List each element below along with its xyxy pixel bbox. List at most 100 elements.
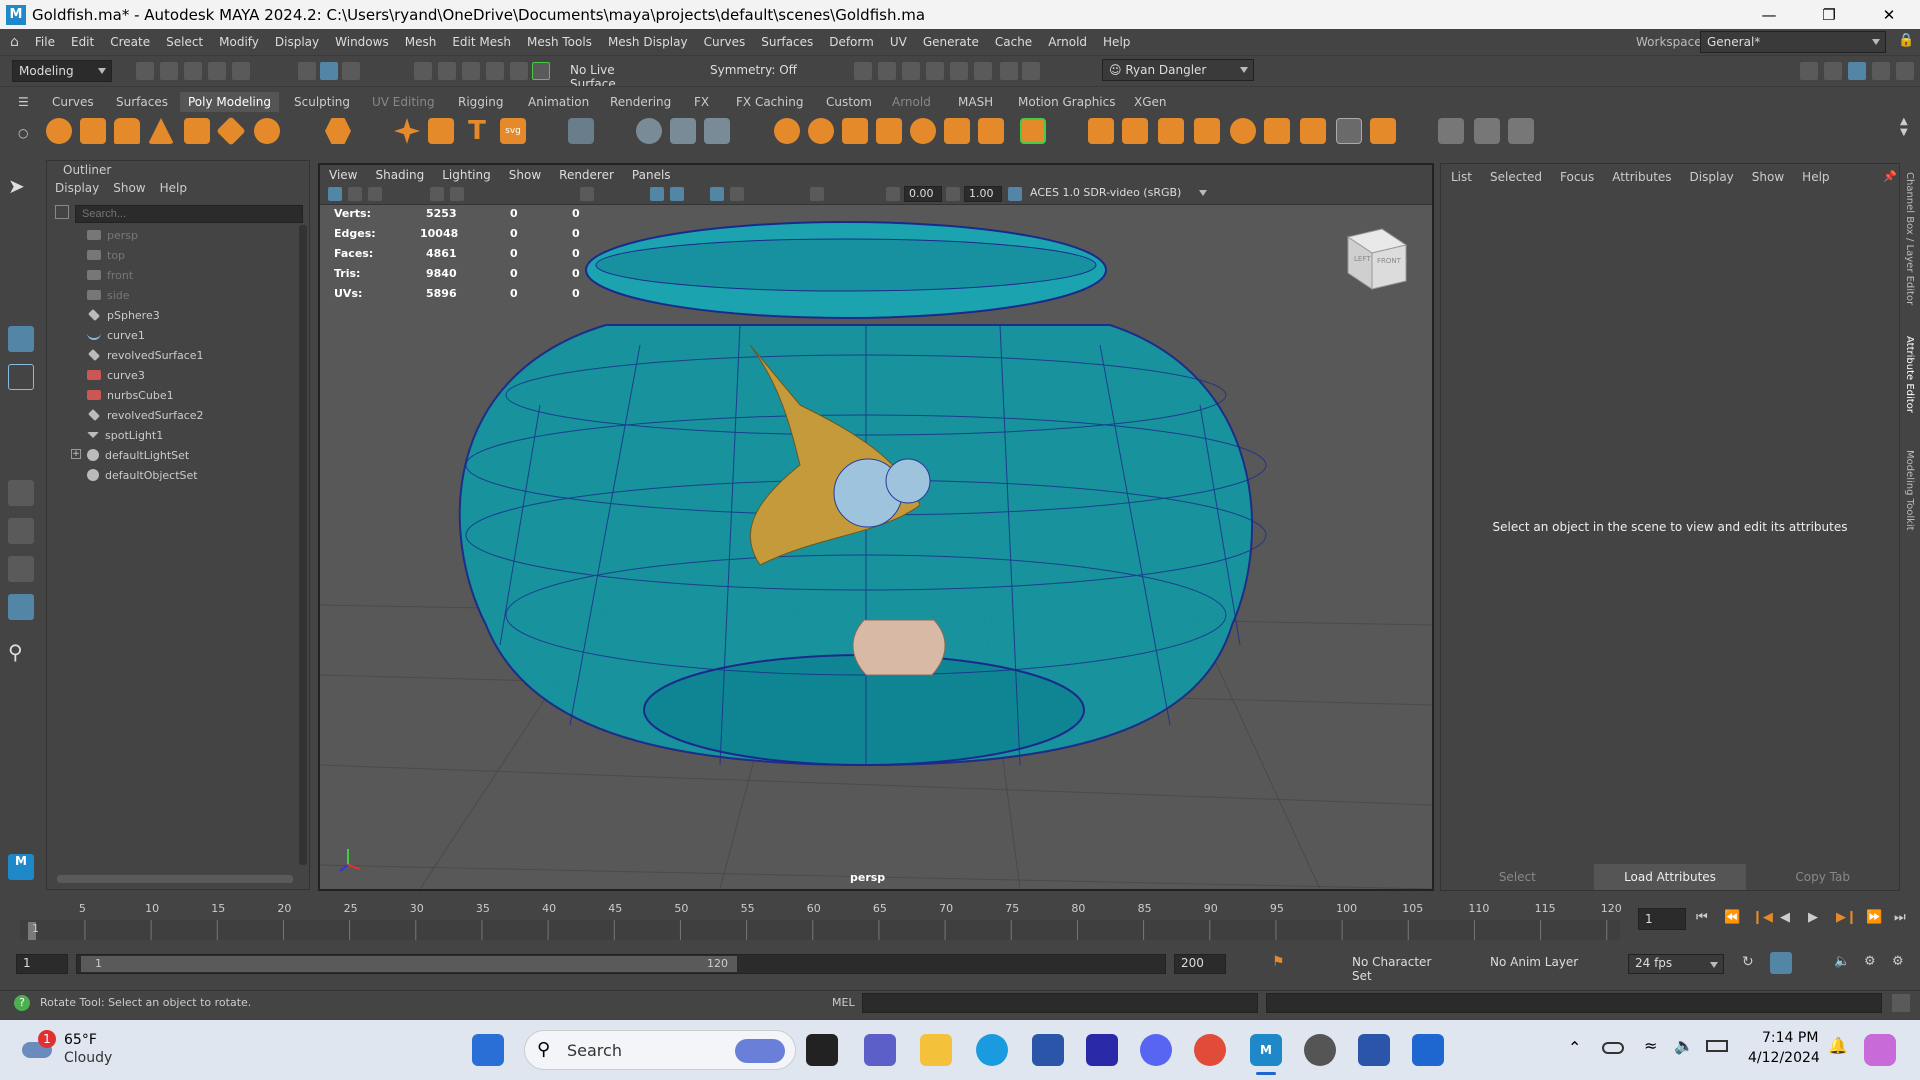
undo-icon[interactable] [208, 62, 226, 80]
open-scene-icon[interactable] [160, 62, 178, 80]
play-forwards-icon[interactable]: ▶ [1808, 910, 1818, 925]
script-language-label[interactable]: MEL [832, 996, 855, 1009]
outliner-item[interactable]: side [87, 285, 130, 305]
minimize-button[interactable]: — [1746, 0, 1792, 29]
uv-editor-icon[interactable] [670, 118, 696, 144]
gamma-field[interactable]: 1.00 [964, 186, 1002, 202]
shelf-tab-sculpting[interactable]: Sculpting [294, 95, 350, 109]
animation-preferences-icon[interactable]: ⚙ [1892, 954, 1904, 969]
go-to-end-icon[interactable]: ⏭ [1894, 910, 1906, 925]
new-scene-icon[interactable] [136, 62, 154, 80]
wifi-icon[interactable]: ≈ [1644, 1036, 1657, 1055]
grid-toggle-icon[interactable] [580, 187, 594, 201]
separate-icon[interactable] [808, 118, 834, 144]
copy-tab-button[interactable]: Copy Tab [1746, 864, 1899, 890]
redo-icon[interactable] [232, 62, 250, 80]
task-view-icon[interactable] [806, 1034, 838, 1066]
ipr-toggle-icon[interactable] [1000, 62, 1018, 80]
smooth-shade-icon[interactable] [670, 187, 684, 201]
edge-icon[interactable] [976, 1034, 1008, 1066]
attribute-editor-toggle-icon[interactable] [1824, 62, 1842, 80]
outliner-item[interactable]: pSphere3 [87, 305, 160, 325]
outliner-item[interactable]: defaultObjectSet [87, 465, 198, 485]
menu-mesh-display[interactable]: Mesh Display [600, 35, 696, 49]
poly-cube-icon[interactable] [80, 118, 106, 144]
mode-select[interactable]: Modeling [12, 60, 112, 82]
menu-edit[interactable]: Edit [63, 35, 102, 49]
save-scene-icon[interactable] [184, 62, 202, 80]
start-button-icon[interactable] [472, 1034, 504, 1066]
layer-editor-toggle-icon[interactable] [1896, 62, 1914, 80]
shelf-menu-icon[interactable]: ☰ [18, 95, 29, 109]
menu-file[interactable]: File [27, 35, 63, 49]
shelf-tab-uv-editing[interactable]: UV Editing [372, 95, 435, 109]
load-attributes-button[interactable]: Load Attributes [1593, 864, 1747, 890]
menu-select[interactable]: Select [158, 35, 211, 49]
exposure-field[interactable]: 0.00 [904, 186, 942, 202]
viewport-menu-view[interactable]: View [320, 168, 366, 182]
remesh-icon[interactable] [944, 118, 970, 144]
step-forward-frame-icon[interactable]: ▶❙ [1836, 910, 1857, 925]
outliner-menu-show[interactable]: Show [113, 181, 145, 195]
time-ruler[interactable]: 1 5 10 15 20 25 30 35 40 45 50 55 60 65 70 75 80 85 90 95 1… [20, 896, 1640, 946]
symmetry-select[interactable]: Symmetry: Off [704, 60, 814, 82]
shelf-tab-fx-caching[interactable]: FX Caching [736, 95, 803, 109]
menu-edit-mesh[interactable]: Edit Mesh [444, 35, 519, 49]
menu-modify[interactable]: Modify [211, 35, 267, 49]
poly-count-icon[interactable] [636, 118, 662, 144]
volume-icon[interactable]: 🔈 [1674, 1036, 1694, 1055]
outliner-menu-help[interactable]: Help [160, 181, 187, 195]
attr-menu-display[interactable]: Display [1690, 170, 1734, 184]
modeling-toolkit-tab[interactable]: Modeling Toolkit [1904, 450, 1915, 531]
menu-curves[interactable]: Curves [696, 35, 754, 49]
menu-surfaces[interactable]: Surfaces [753, 35, 821, 49]
outliner-item[interactable]: nurbsCube1 [87, 385, 174, 405]
select-button[interactable]: Select [1441, 864, 1594, 890]
persp-outliner-layout-icon[interactable] [8, 556, 34, 582]
menu-windows[interactable]: Windows [327, 35, 397, 49]
arnold-render-icon[interactable] [974, 62, 992, 80]
single-perspective-layout-icon[interactable] [8, 480, 34, 506]
snap-view-plane-icon[interactable] [486, 62, 504, 80]
home-icon[interactable]: ⌂ [10, 34, 19, 50]
snap-vertex-icon[interactable] [532, 62, 550, 80]
snap-grid-icon[interactable] [414, 62, 432, 80]
menu-mesh[interactable]: Mesh [397, 35, 445, 49]
outliner-item[interactable]: front [87, 265, 133, 285]
modeling-toolkit-toggle-icon[interactable] [1872, 62, 1890, 80]
onedrive-icon[interactable] [1602, 1042, 1624, 1054]
outliner-item[interactable]: curve3 [87, 365, 145, 385]
outliner-horizontal-scrollbar[interactable] [57, 875, 293, 883]
lock-icon[interactable]: 🔒 [1898, 33, 1914, 48]
show-hidden-icons-icon[interactable]: ⌃ [1568, 1038, 1581, 1057]
menu-deform[interactable]: Deform [821, 35, 882, 49]
bevel-icon[interactable] [1158, 118, 1184, 144]
attr-menu-help[interactable]: Help [1802, 170, 1829, 184]
range-bar-fill[interactable] [81, 956, 737, 972]
outliner-item[interactable]: curve1 [87, 325, 145, 345]
poly-plane-icon[interactable] [216, 116, 246, 146]
shelf-tab-xgen[interactable]: XGen [1134, 95, 1167, 109]
paint-select-tool-icon[interactable] [8, 250, 34, 276]
maya-home-icon[interactable]: M [8, 854, 34, 880]
copilot-icon[interactable] [1864, 1034, 1896, 1066]
expand-icon[interactable]: + [71, 449, 81, 459]
smooth-icon[interactable] [842, 118, 868, 144]
shelf-tab-animation[interactable]: Animation [528, 95, 589, 109]
render-settings-icon[interactable] [926, 62, 944, 80]
time-slider[interactable]: 1 5 10 15 20 25 30 35 40 45 50 55 60 65 70 75 80 85 90 95 1… [0, 896, 1920, 946]
poly-super-shape-icon[interactable] [394, 118, 420, 144]
hypershade-icon[interactable] [950, 62, 968, 80]
snap-curve-icon[interactable] [438, 62, 456, 80]
cache-playback-icon[interactable] [1770, 952, 1792, 974]
clock-date[interactable]: 4/12/2024 [1748, 1050, 1820, 1066]
step-back-key-icon[interactable]: ⏪ [1724, 910, 1740, 925]
bowl-ornament-mesh[interactable] [852, 619, 946, 676]
settings-icon[interactable] [1304, 1034, 1336, 1066]
outliner-item[interactable]: persp [87, 225, 138, 245]
viewport-menu-shading[interactable]: Shading [366, 168, 433, 182]
viewport-panel[interactable]: View Shading Lighting Show Renderer Pane… [318, 163, 1434, 891]
teams-icon[interactable] [864, 1034, 896, 1066]
collapse-icon[interactable] [1336, 118, 1362, 144]
menu-help[interactable]: Help [1095, 35, 1138, 49]
